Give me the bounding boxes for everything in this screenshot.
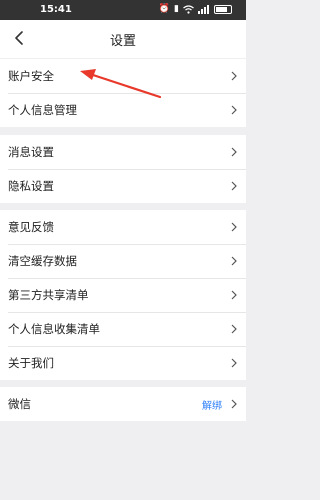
message-settings-label: 消息设置: [8, 145, 54, 159]
account-security-row[interactable]: 账户安全: [0, 59, 246, 93]
clear-cache-label: 清空缓存数据: [8, 254, 77, 268]
about-us-row[interactable]: 关于我们: [0, 346, 246, 380]
third-party-sharing-list-row[interactable]: 第三方共享清单: [0, 278, 246, 312]
third-party-sharing-list-label: 第三方共享清单: [8, 288, 89, 302]
battery-icon: [214, 4, 232, 14]
wechat-row[interactable]: 微信 解绑: [0, 387, 246, 421]
chevron-right-icon: [231, 222, 237, 232]
chevron-right-icon: [231, 105, 237, 115]
signal-icon: [198, 4, 209, 14]
personal-info-management-label: 个人信息管理: [8, 103, 77, 117]
chevron-right-icon: [231, 399, 237, 409]
unbind-link[interactable]: 解绑: [202, 397, 222, 412]
page-title: 设置: [109, 34, 136, 49]
status-bar: 15:41 ⏰ ▮: [0, 0, 246, 20]
chevron-right-icon: [231, 290, 237, 300]
wifi-icon: [183, 4, 194, 14]
message-settings-row[interactable]: 消息设置: [0, 135, 246, 169]
chevron-right-icon: [231, 71, 237, 81]
settings-group-account: 账户安全 个人信息管理: [0, 59, 246, 127]
chevron-right-icon: [231, 324, 237, 334]
privacy-settings-row[interactable]: 隐私设置: [0, 169, 246, 203]
personal-info-collection-list-row[interactable]: 个人信息收集清单: [0, 312, 246, 346]
settings-group-messages: 消息设置 隐私设置: [0, 135, 246, 203]
feedback-row[interactable]: 意见反馈: [0, 210, 246, 244]
personal-info-collection-list-label: 个人信息收集清单: [8, 322, 100, 336]
nav-header: 设置: [0, 20, 246, 58]
vibrate-icon: ▮: [174, 4, 179, 14]
chevron-right-icon: [231, 181, 237, 191]
account-security-label: 账户安全: [8, 69, 54, 83]
chevron-right-icon: [231, 256, 237, 266]
alarm-icon: ⏰: [158, 4, 171, 14]
settings-group-general: 意见反馈 清空缓存数据 第三方共享清单 个人信息收集清单 关于我们: [0, 210, 246, 380]
privacy-settings-label: 隐私设置: [8, 179, 54, 193]
battery-level: [216, 6, 227, 12]
wechat-label: 微信: [8, 397, 31, 411]
feedback-label: 意见反馈: [8, 220, 54, 234]
settings-group-bindings: 微信 解绑: [0, 387, 246, 421]
about-us-label: 关于我们: [8, 356, 54, 370]
personal-info-management-row[interactable]: 个人信息管理: [0, 93, 246, 127]
chevron-right-icon: [231, 358, 237, 368]
clear-cache-row[interactable]: 清空缓存数据: [0, 244, 246, 278]
status-time: 15:41: [40, 4, 72, 15]
chevron-right-icon: [231, 147, 237, 157]
status-icons: ⏰ ▮: [159, 4, 232, 14]
